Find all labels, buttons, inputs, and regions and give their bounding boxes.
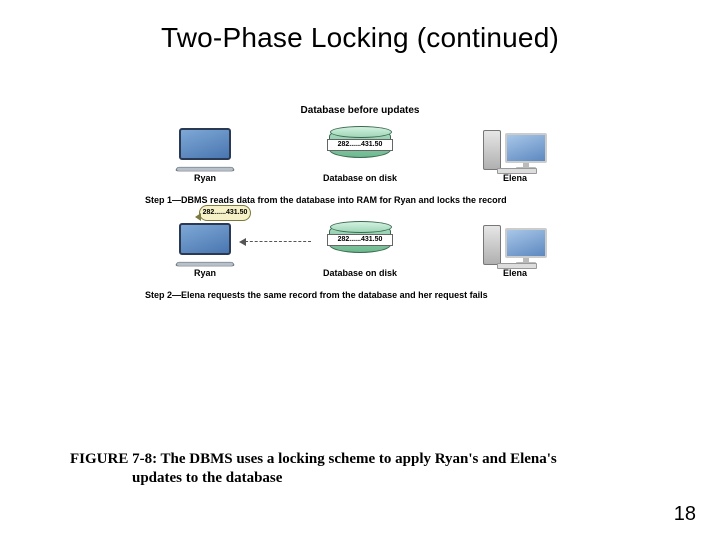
step1-label: Step 1—DBMS reads data from the database… [145, 195, 575, 205]
database-disk-icon: 282......431.50 [320, 128, 400, 170]
elena-label: Elena [503, 173, 527, 183]
page-number: 18 [674, 503, 696, 526]
ryan-col-0: Ryan [145, 128, 265, 183]
desktop-icon [471, 217, 559, 265]
ryan-label: Ryan [194, 173, 216, 183]
disk-value-0: 282......431.50 [327, 139, 393, 151]
laptop-icon [170, 223, 240, 265]
header-before-updates: Database before updates [145, 105, 575, 116]
elena-col-0: Elena [455, 122, 575, 183]
row-step1: 282......431.50 Ryan 282......431.50 Dat… [145, 217, 575, 278]
step2-label: Step 2—Elena requests the same record fr… [145, 290, 575, 300]
ryan-label-1: Ryan [194, 268, 216, 278]
figure-caption: FIGURE 7-8: The DBMS uses a locking sche… [70, 450, 650, 488]
db-col-1: 282......431.50 Database on disk [300, 223, 420, 278]
laptop-icon [170, 128, 240, 170]
caption-line2: updates to the database [70, 469, 650, 488]
db-label-0: Database on disk [323, 173, 397, 183]
db-col-0: 282......431.50 Database on disk [300, 128, 420, 183]
row-before-updates: Ryan 282......431.50 Database on disk El… [145, 122, 575, 183]
figure-diagram: Database before updates Ryan 282......43… [145, 105, 575, 306]
db-label-1: Database on disk [323, 268, 397, 278]
elena-col-1: Elena [455, 217, 575, 278]
disk-value-1: 282......431.50 [327, 234, 393, 246]
elena-label-1: Elena [503, 268, 527, 278]
ryan-col-1: 282......431.50 Ryan [145, 223, 265, 278]
caption-line1: FIGURE 7-8: The DBMS uses a locking sche… [70, 451, 557, 467]
database-disk-icon: 282......431.50 [320, 223, 400, 265]
desktop-icon [471, 122, 559, 170]
slide-title: Two-Phase Locking (continued) [0, 0, 720, 54]
ram-bubble-ryan: 282......431.50 [199, 205, 251, 221]
